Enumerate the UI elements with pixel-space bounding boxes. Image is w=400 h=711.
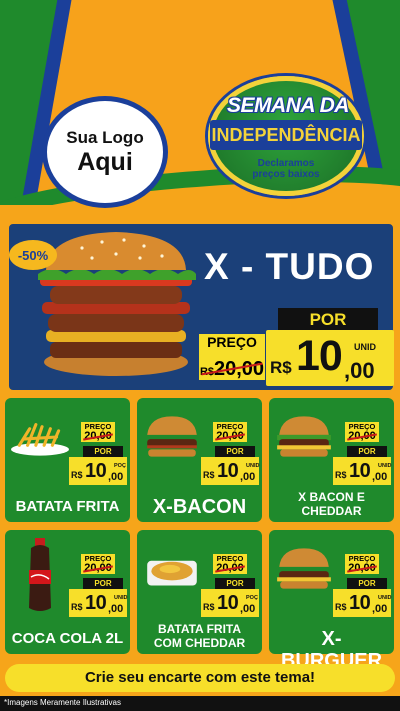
batata-cheddar-image (147, 560, 197, 586)
batata-frita-price-decimals: ,00 (108, 471, 124, 483)
x-bacon-price-currency: R$ (203, 470, 215, 480)
x-bacon-image (147, 416, 197, 457)
x-bacon-name: X-BACON (152, 496, 247, 518)
big-burger-image (38, 232, 196, 376)
hero-product-name: X - TUDO (204, 246, 375, 287)
batata-frita-image (11, 423, 69, 456)
badge-tagline-2: preços baixos (252, 169, 320, 180)
batata-frita-price-integer: 10 (85, 460, 107, 482)
batata-frita-price-unit: POÇ (114, 463, 126, 469)
batata-cheddar-price-unit: POÇ (246, 595, 258, 601)
x-bacon-cheddar-name: X BACON E CHEDDAR (298, 490, 365, 518)
coca-cola-image (29, 538, 51, 611)
logo-line2: Aqui (77, 147, 133, 176)
coca-cola-price-unit: UNID (114, 595, 128, 601)
batata-frita-name: BATATA FRITA (15, 498, 120, 515)
x-bacon-cheddar-price-unit: UNID (378, 463, 392, 469)
x-bacon-cheddar-price-currency: R$ (335, 470, 347, 480)
batata-cheddar-por-label: POR (215, 578, 255, 589)
coca-cola-price-currency: R$ (71, 602, 83, 612)
x-burguer-price-currency: R$ (335, 602, 347, 612)
batata-cheddar-name: BATATA FRITA COM CHEDDAR (153, 622, 246, 650)
x-burguer-price-decimals: ,00 (372, 603, 388, 615)
x-burguer-por-label: POR (347, 578, 387, 589)
badge-subtitle: INDEPENDÊNCIA (210, 120, 362, 150)
por-label: POR (278, 308, 378, 332)
hero-price-currency: R$ (270, 358, 292, 377)
x-burguer-price-integer: 10 (349, 592, 371, 614)
x-bacon-cheddar-price-integer: 10 (349, 460, 371, 482)
x-burguer-image (277, 548, 331, 589)
discount-badge: -50% (9, 240, 57, 270)
x-bacon-por-label: POR (215, 446, 255, 457)
badge-tagline-1: Declaramos (257, 158, 315, 169)
coca-cola-name: COCA COLA 2L (11, 630, 124, 647)
logo-line1: Sua Logo (66, 127, 144, 147)
x-bacon-cheddar-por-label: POR (347, 446, 387, 457)
coca-cola-price-integer: 10 (85, 592, 107, 614)
logo-placeholder[interactable]: Sua Logo Aqui (42, 96, 168, 208)
x-bacon-price-decimals: ,00 (240, 471, 256, 483)
x-bacon-cheddar-image (277, 416, 331, 457)
coca-cola-price-decimals: ,00 (108, 603, 124, 615)
old-price-label: PREÇO (207, 334, 257, 350)
hero-price-unit: UNID (354, 342, 376, 352)
batata-frita-por-label: POR (83, 446, 123, 457)
badge-tagline: Declaramos preços baixos (230, 158, 342, 180)
x-bacon-price-unit: UNID (246, 463, 260, 469)
batata-cheddar-price-currency: R$ (203, 602, 215, 612)
batata-cheddar-price-integer: 10 (217, 592, 239, 614)
x-bacon-cheddar-price-decimals: ,00 (372, 471, 388, 483)
cta-banner[interactable]: Crie seu encarte com este tema! (5, 664, 395, 692)
footnote-text: *Imagens Meramente Ilustrativas (4, 698, 121, 707)
batata-frita-price-currency: R$ (71, 470, 83, 480)
hero-price-integer: 10 (296, 332, 343, 380)
badge-title: SEMANA DA (227, 94, 349, 117)
hero-price-decimals: ,00 (344, 358, 375, 383)
coca-cola-por-label: POR (83, 578, 123, 589)
x-bacon-price-integer: 10 (217, 460, 239, 482)
batata-cheddar-price-decimals: ,00 (240, 603, 256, 615)
x-burguer-price-unit: UNID (378, 595, 392, 601)
